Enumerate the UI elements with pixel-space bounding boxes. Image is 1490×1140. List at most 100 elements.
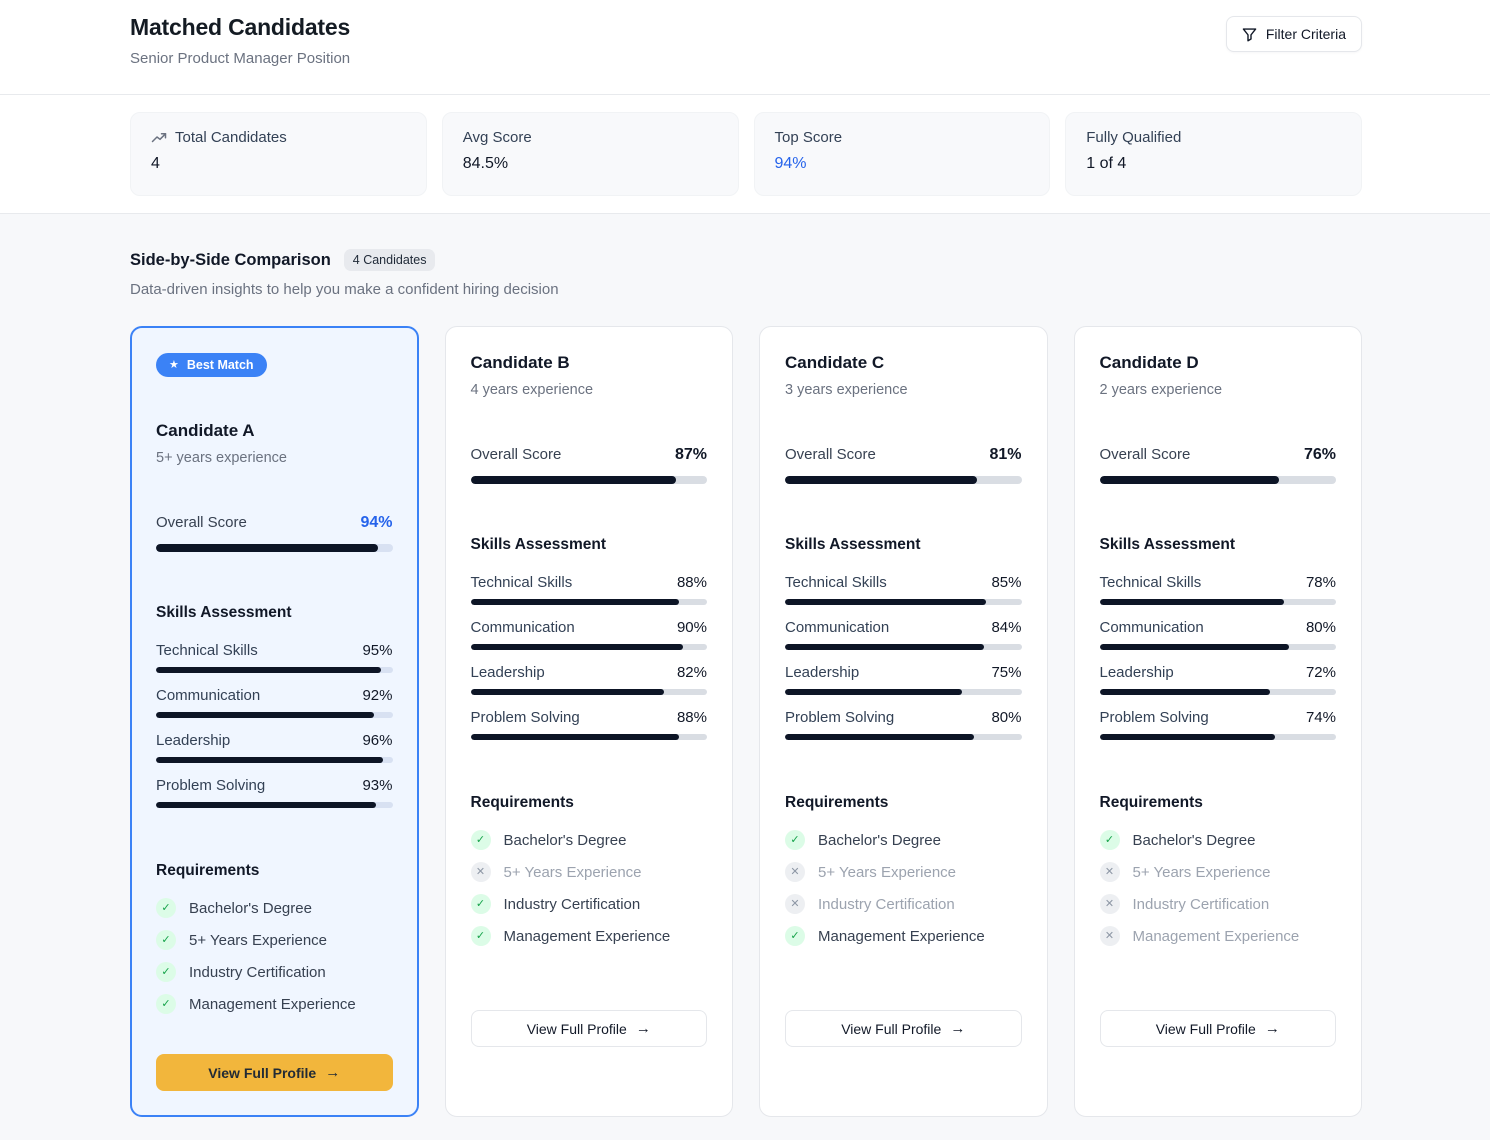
skill-bar: [471, 689, 708, 695]
page-subtitle: Senior Product Manager Position: [130, 50, 350, 67]
candidate-card-d: Candidate D 2 years experience Overall S…: [1074, 326, 1363, 1117]
skill-label: Technical Skills: [156, 642, 258, 659]
candidate-experience: 2 years experience: [1100, 382, 1337, 398]
skill-label: Problem Solving: [156, 777, 265, 794]
stats-row: Total Candidates 4 Avg Score 84.5% Top S…: [0, 95, 1490, 214]
overall-score-label: Overall Score: [1100, 446, 1191, 463]
skill-item: Problem Solving93%: [156, 777, 393, 808]
page-title: Matched Candidates: [130, 14, 350, 41]
skill-bar: [1100, 734, 1337, 740]
requirement-label: Management Experience: [1133, 928, 1300, 945]
skill-item: Leadership75%: [785, 664, 1022, 695]
requirement-item: ✓✕ 5+ Years Experience: [1100, 862, 1337, 882]
skill-value: 78%: [1306, 574, 1336, 591]
skill-label: Communication: [785, 619, 889, 636]
skill-item: Problem Solving74%: [1100, 709, 1337, 740]
stat-label: Total Candidates: [175, 129, 287, 146]
requirement-label: 5+ Years Experience: [189, 932, 327, 949]
view-full-profile-button[interactable]: View Full Profile →: [1100, 1010, 1337, 1047]
skill-bar: [785, 599, 1022, 605]
filter-criteria-button[interactable]: Filter Criteria: [1226, 16, 1362, 52]
requirement-label: 5+ Years Experience: [1133, 864, 1271, 881]
requirement-label: Industry Certification: [504, 896, 641, 913]
check-icon: ✓: [471, 894, 491, 914]
overall-score-value: 81%: [989, 446, 1021, 464]
arrow-right-icon: →: [636, 1021, 651, 1036]
requirement-label: 5+ Years Experience: [818, 864, 956, 881]
candidate-name: Candidate D: [1100, 353, 1337, 373]
requirement-item: ✓✕ Bachelor's Degree: [156, 898, 393, 918]
page-header-text: Matched Candidates Senior Product Manage…: [130, 14, 350, 67]
overall-score-value: 87%: [675, 446, 707, 464]
requirement-label: Bachelor's Degree: [504, 832, 627, 849]
skill-bar: [156, 757, 393, 763]
candidate-name: Candidate B: [471, 353, 708, 373]
requirement-label: Management Experience: [504, 928, 671, 945]
best-match-badge: ★ Best Match: [156, 353, 267, 377]
skill-bar: [1100, 644, 1337, 650]
check-icon: ✓: [785, 830, 805, 850]
skill-item: Technical Skills85%: [785, 574, 1022, 605]
candidate-experience: 4 years experience: [471, 382, 708, 398]
skill-bar: [785, 689, 1022, 695]
arrow-right-icon: →: [1265, 1021, 1280, 1036]
comparison-title: Side-by-Side Comparison: [130, 251, 331, 270]
requirement-item: ✓✕ Industry Certification: [471, 894, 708, 914]
check-icon: ✓: [785, 926, 805, 946]
skill-bar: [785, 734, 1022, 740]
stat-card-top-score: Top Score 94%: [754, 112, 1051, 196]
requirements-title: Requirements: [156, 862, 393, 880]
requirement-item: ✓✕ Management Experience: [156, 994, 393, 1014]
requirement-item: ✓✕ Industry Certification: [1100, 894, 1337, 914]
skill-label: Leadership: [785, 664, 859, 681]
skill-label: Technical Skills: [471, 574, 573, 591]
overall-score-bar: [156, 544, 393, 552]
skill-bar: [471, 734, 708, 740]
check-icon: ✓: [156, 898, 176, 918]
requirement-item: ✓✕ 5+ Years Experience: [785, 862, 1022, 882]
comparison-subtitle: Data-driven insights to help you make a …: [130, 281, 1362, 298]
check-icon: ✓: [471, 926, 491, 946]
requirement-label: Bachelor's Degree: [1133, 832, 1256, 849]
x-icon: ✕: [785, 862, 805, 882]
skill-label: Problem Solving: [1100, 709, 1209, 726]
skill-item: Communication92%: [156, 687, 393, 718]
requirement-item: ✓✕ Industry Certification: [156, 962, 393, 982]
requirement-item: ✓✕ Bachelor's Degree: [785, 830, 1022, 850]
overall-score-value: 76%: [1304, 446, 1336, 464]
overall-score-value: 94%: [360, 514, 392, 532]
skill-label: Leadership: [156, 732, 230, 749]
funnel-icon: [1242, 27, 1257, 42]
view-full-profile-label: View Full Profile: [841, 1021, 941, 1037]
star-icon: ★: [169, 360, 179, 371]
skill-value: 88%: [677, 709, 707, 726]
skill-label: Communication: [471, 619, 575, 636]
skill-item: Problem Solving88%: [471, 709, 708, 740]
view-full-profile-button[interactable]: View Full Profile →: [156, 1054, 393, 1091]
requirement-item: ✓✕ 5+ Years Experience: [471, 862, 708, 882]
candidate-card-a: ★ Best Match Candidate A 5+ years experi…: [130, 326, 419, 1117]
requirement-label: 5+ Years Experience: [504, 864, 642, 881]
view-full-profile-button[interactable]: View Full Profile →: [785, 1010, 1022, 1047]
trending-up-icon: [151, 130, 167, 146]
requirement-label: Industry Certification: [818, 896, 955, 913]
arrow-right-icon: →: [325, 1065, 340, 1080]
requirement-item: ✓✕ Industry Certification: [785, 894, 1022, 914]
skill-label: Leadership: [471, 664, 545, 681]
check-icon: ✓: [1100, 830, 1120, 850]
view-full-profile-button[interactable]: View Full Profile →: [471, 1010, 708, 1047]
view-full-profile-label: View Full Profile: [1156, 1021, 1256, 1037]
skill-bar: [1100, 599, 1337, 605]
x-icon: ✕: [1100, 894, 1120, 914]
requirement-label: Industry Certification: [1133, 896, 1270, 913]
requirements-title: Requirements: [471, 794, 708, 812]
stat-value: 1 of 4: [1086, 155, 1341, 173]
candidate-card-b: Candidate B 4 years experience Overall S…: [445, 326, 734, 1117]
stat-value: 4: [151, 155, 406, 173]
skill-label: Technical Skills: [785, 574, 887, 591]
x-icon: ✕: [1100, 862, 1120, 882]
candidate-name: Candidate A: [156, 421, 393, 441]
skill-value: 88%: [677, 574, 707, 591]
x-icon: ✕: [785, 894, 805, 914]
skill-item: Leadership82%: [471, 664, 708, 695]
